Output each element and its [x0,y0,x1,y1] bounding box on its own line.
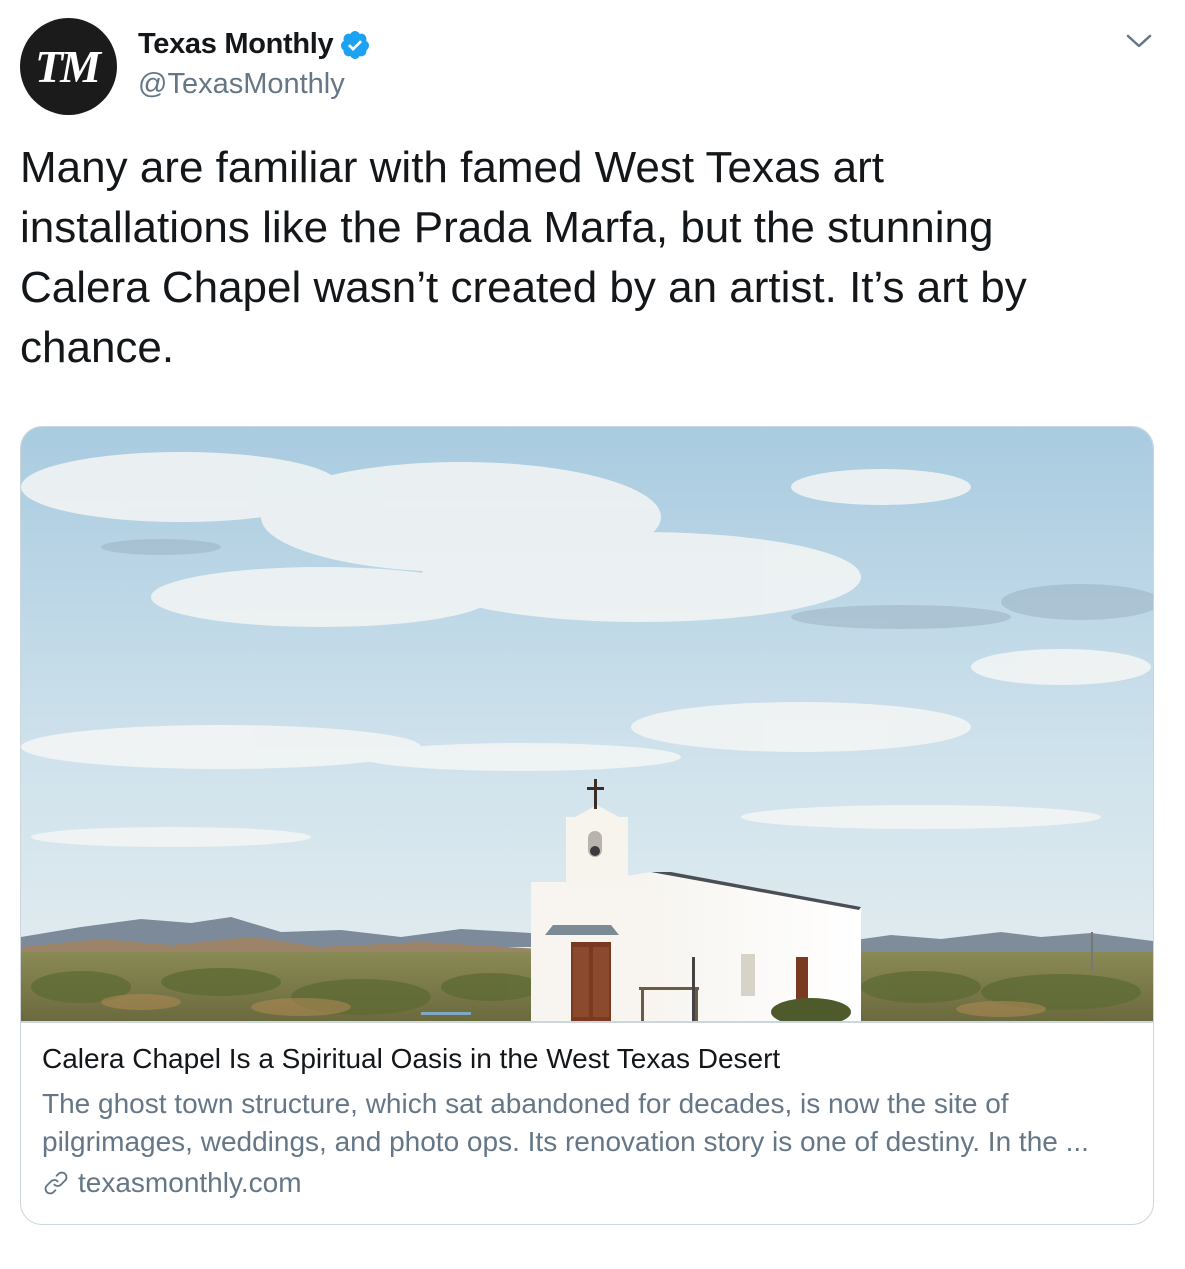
avatar-logo-text: TM [35,41,101,92]
link-card[interactable]: Calera Chapel Is a Spiritual Oasis in th… [20,426,1154,1225]
author-name-row[interactable]: Texas Monthly [138,28,371,61]
card-divider [21,1021,1153,1023]
card-domain: texasmonthly.com [78,1167,302,1198]
card-title[interactable]: Calera Chapel Is a Spiritual Oasis in th… [42,1043,1132,1075]
avatar[interactable]: TM [20,18,117,115]
chevron-down-icon[interactable] [1124,30,1154,52]
link-icon [44,1171,68,1195]
tweet-text: Many are familiar with famed West Texas … [20,143,1027,372]
card-image[interactable] [21,427,1153,1021]
author-display-name[interactable]: Texas Monthly [138,28,334,61]
card-domain-row[interactable]: texasmonthly.com [42,1167,302,1199]
verified-badge-icon [341,30,370,59]
card-description: The ghost town structure, which sat aban… [42,1088,1089,1157]
author-handle[interactable]: @TexasMonthly [138,68,345,101]
